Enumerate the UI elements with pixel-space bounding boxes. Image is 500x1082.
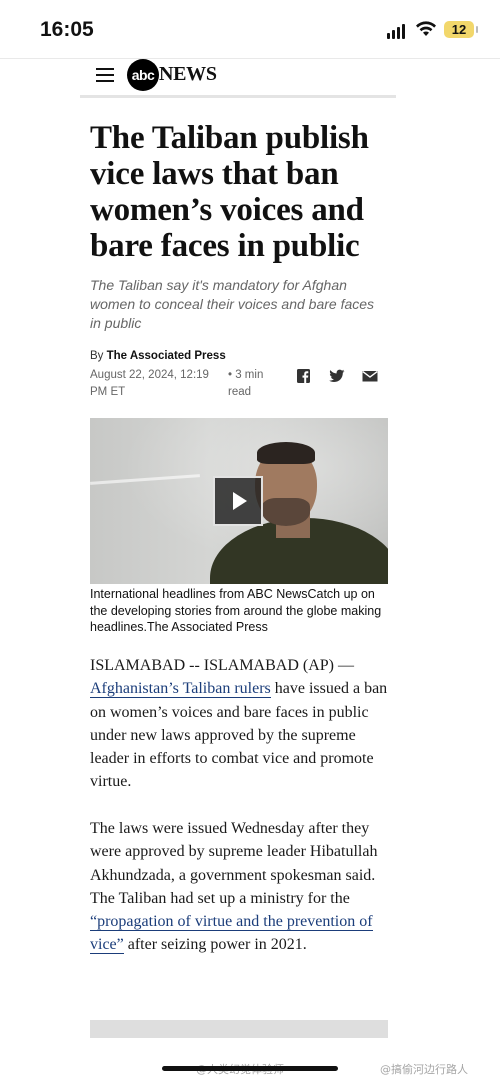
ad-placeholder	[90, 1020, 388, 1038]
paragraph-2-end: after seizing power in 2021.	[127, 936, 307, 954]
watermark-right: @搞偷河边行路人	[380, 1063, 468, 1076]
play-icon	[233, 492, 247, 510]
wifi-icon	[416, 21, 436, 36]
article-dek: The Taliban say it's mandatory for Afgha…	[90, 277, 375, 331]
cellular-signal-icon	[387, 23, 407, 39]
video-player[interactable]	[90, 418, 388, 584]
article-paragraph-1: ISLAMABAD -- ISLAMABAD (AP) — Afghanista…	[90, 654, 390, 794]
email-icon[interactable]	[362, 369, 378, 383]
video-person-beard	[262, 498, 310, 526]
byline-author[interactable]: The Associated Press	[107, 350, 226, 362]
status-bar: 16:05 12	[0, 0, 500, 58]
site-header: abc NEWS	[80, 59, 396, 97]
video-caption: International headlines from ABC NewsCat…	[90, 587, 382, 634]
byline: By The Associated Press	[90, 350, 226, 362]
byline-prefix: By	[90, 350, 104, 362]
facebook-icon[interactable]	[296, 369, 312, 383]
read-time: • 3 min read	[228, 369, 264, 398]
play-button[interactable]	[213, 476, 263, 526]
abc-logo[interactable]: abc	[127, 59, 159, 91]
header-divider	[80, 95, 396, 98]
article-paragraph-2: The laws were issued Wednesday after the…	[90, 817, 390, 957]
video-person-hair	[257, 442, 315, 464]
status-time: 16:05	[40, 18, 94, 41]
home-indicator	[162, 1066, 338, 1071]
menu-icon[interactable]	[96, 68, 114, 82]
paragraph-2-body: The laws were issued Wednesday after the…	[90, 820, 378, 907]
battery-indicator: 12	[444, 21, 478, 38]
publish-date: August 22, 2024, 12:19 PM ET	[90, 369, 209, 398]
paragraph-1-lead: ISLAMABAD -- ISLAMABAD (AP) —	[90, 657, 354, 674]
news-logo-text[interactable]: NEWS	[159, 63, 217, 86]
taliban-rulers-link[interactable]: Afghanistan’s Taliban rulers	[90, 680, 271, 699]
article-headline: The Taliban publish vice laws that ban w…	[90, 120, 369, 264]
twitter-icon[interactable]	[329, 369, 345, 383]
